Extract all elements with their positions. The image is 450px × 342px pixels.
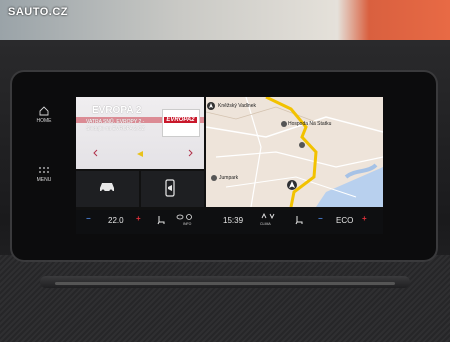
temp-left-value: 22.0: [108, 216, 124, 225]
shortcut-tiles: [76, 171, 204, 207]
menu-button[interactable]: MENU: [14, 166, 74, 183]
radio-station-logo: EVROPA2: [162, 109, 200, 137]
radio-widget[interactable]: EVROPA 2 VATRA SNŮ, EVROPY 2 - Sledujte …: [76, 97, 204, 169]
radio-text-line-2: Sledujte na EVROPA 2.CZ: [86, 126, 145, 132]
home-label: HOME: [36, 118, 52, 124]
dashboard-textured-trim: [0, 255, 450, 342]
watermark: SAUTO.CZ: [8, 6, 69, 18]
info-label: INFO: [183, 222, 192, 226]
home-button[interactable]: HOME: [14, 106, 74, 124]
dashboard-trim-line: [55, 282, 395, 285]
vehicle-tile[interactable]: [76, 171, 139, 207]
navigation-map[interactable]: Kněžský Vadlnek Hospoda Na Statku Jumpar…: [206, 97, 383, 207]
home-icon: [39, 106, 49, 116]
info-button[interactable]: INFO: [176, 213, 194, 226]
seat-heating-left-button[interactable]: [156, 215, 166, 227]
fan-icon: [261, 212, 275, 220]
menu-label: MENU: [36, 177, 52, 183]
clima-label: CLIMA: [260, 222, 271, 226]
previous-station-button[interactable]: [90, 149, 102, 161]
climate-bar: − 22.0 + INFO 15:39 CLIMA − ECO +: [76, 210, 383, 234]
temp-left-decrease-button[interactable]: −: [86, 214, 91, 223]
map-label-top-left: Kněžský Vadlnek: [218, 103, 256, 109]
clock-time: 15:39: [223, 216, 244, 225]
infotainment-screen: EVROPA 2 VATRA SNŮ, EVROPY 2 - Sledujte …: [76, 97, 383, 234]
sidebar: HOME MENU: [14, 80, 74, 230]
map-graphics: [206, 97, 383, 207]
seat-heating-right-button[interactable]: [294, 215, 304, 227]
eye-icon: [176, 214, 192, 220]
radio-station-name: EVROPA 2: [92, 105, 142, 116]
chevron-left-icon: [93, 149, 98, 157]
map-label-left: Jumpark: [219, 175, 239, 181]
next-station-button[interactable]: [184, 149, 196, 161]
play-indicator[interactable]: [134, 149, 146, 161]
seat-heating-icon: [157, 216, 165, 225]
mode-increase-button[interactable]: +: [362, 214, 367, 223]
radio-text: VATRA SNŮ, EVROPY 2 - Sledujte na EVROPA…: [86, 119, 145, 133]
chevron-right-icon: [188, 149, 193, 157]
menu-grid-icon: [39, 167, 49, 173]
radio-text-line-1: VATRA SNŮ, EVROPY 2 -: [86, 119, 145, 125]
phone-tile[interactable]: [141, 171, 204, 207]
temp-left-increase-button[interactable]: +: [136, 214, 141, 223]
clima-button[interactable]: CLIMA: [260, 212, 276, 226]
play-arrow-icon: [137, 151, 143, 157]
radio-logo-text: EVROPA2: [164, 117, 197, 123]
phone-icon: [165, 179, 175, 197]
map-label-poi: Hospoda Na Statku: [288, 121, 332, 127]
mode-decrease-button[interactable]: −: [318, 214, 323, 223]
seat-heating-icon: [295, 216, 303, 225]
car-icon: [100, 183, 114, 193]
drive-mode-value: ECO: [336, 216, 354, 225]
